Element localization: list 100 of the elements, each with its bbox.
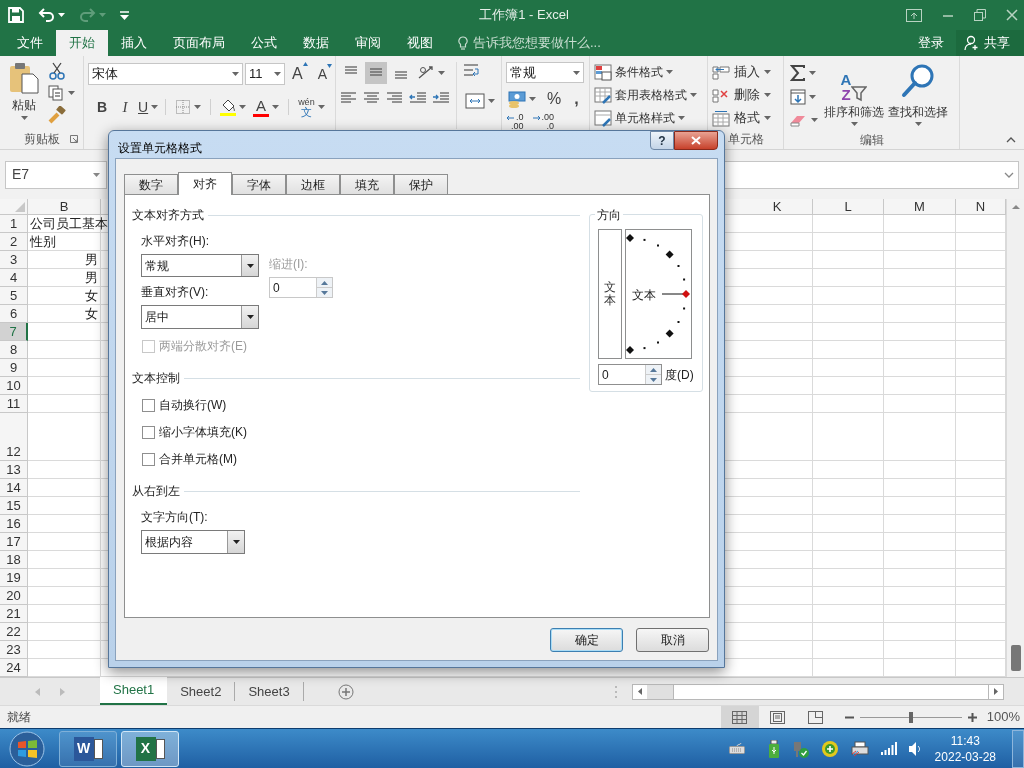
table-cell[interactable]: [28, 587, 101, 605]
add-sheet-icon[interactable]: [337, 683, 354, 700]
dialog-tab[interactable]: 对齐: [178, 172, 232, 195]
percent-button[interactable]: %: [544, 87, 565, 111]
table-cell[interactable]: [28, 323, 101, 341]
number-format-field[interactable]: 常规: [506, 62, 584, 83]
table-cell[interactable]: [742, 551, 813, 569]
customize-icon[interactable]: [120, 10, 129, 20]
table-cell[interactable]: [813, 269, 884, 287]
table-cell[interactable]: [884, 461, 956, 479]
checkbox[interactable]: [142, 398, 155, 412]
scissors-icon[interactable]: [48, 62, 66, 80]
table-cell[interactable]: [28, 641, 101, 659]
row-header[interactable]: 9: [0, 359, 28, 377]
table-cell[interactable]: [884, 605, 956, 623]
row-header[interactable]: 23: [0, 641, 28, 659]
cells-menu-button[interactable]: 格式: [712, 108, 771, 128]
table-cell[interactable]: [742, 515, 813, 533]
select-all-icon[interactable]: [15, 202, 25, 212]
table-cell[interactable]: [28, 413, 101, 461]
dialog-button[interactable]: 取消: [636, 628, 709, 652]
table-cell[interactable]: [28, 341, 101, 359]
table-cell[interactable]: [813, 251, 884, 269]
table-cell[interactable]: [884, 497, 956, 515]
table-cell[interactable]: [28, 605, 101, 623]
volume-icon[interactable]: [908, 741, 921, 756]
table-cell[interactable]: [742, 215, 813, 233]
table-cell[interactable]: [28, 569, 101, 587]
grow-font-button[interactable]: A: [287, 62, 313, 86]
ribbon-tab[interactable]: 页面布局: [160, 30, 238, 56]
zoom-slider[interactable]: [859, 711, 962, 723]
middle-align-icon[interactable]: [365, 62, 387, 84]
underline-button[interactable]: U: [138, 96, 159, 118]
table-cell[interactable]: [813, 623, 884, 641]
table-cell[interactable]: [813, 569, 884, 587]
table-cell[interactable]: [884, 587, 956, 605]
ribbon-tab[interactable]: 视图: [394, 30, 446, 56]
slider-thumb[interactable]: [908, 711, 913, 723]
table-cell[interactable]: [742, 359, 813, 377]
table-cell[interactable]: [742, 341, 813, 359]
scroll-right-icon[interactable]: [994, 688, 998, 695]
table-cell[interactable]: [884, 359, 956, 377]
table-cell[interactable]: [742, 605, 813, 623]
table-cell[interactable]: [742, 461, 813, 479]
help-button[interactable]: ?: [650, 131, 674, 150]
table-cell[interactable]: [813, 533, 884, 551]
row-header[interactable]: 8: [0, 341, 28, 359]
phonetic-button[interactable]: wén 文: [296, 95, 327, 119]
ribbon-tab[interactable]: 审阅: [342, 30, 394, 56]
cells-menu-button[interactable]: 删除: [712, 85, 771, 105]
share-button[interactable]: 共享: [956, 30, 1024, 56]
table-cell[interactable]: [28, 497, 101, 515]
previous-sheet-icon[interactable]: [35, 687, 40, 696]
styles-menu-button[interactable]: 条件格式: [594, 62, 697, 82]
keyboard-icon[interactable]: [728, 743, 745, 754]
table-cell[interactable]: [884, 233, 956, 251]
table-cell[interactable]: [742, 287, 813, 305]
table-cell[interactable]: [884, 413, 956, 461]
table-cell[interactable]: [28, 395, 101, 413]
horizontal-scrollbar[interactable]: [632, 683, 1004, 700]
next-sheet-icon[interactable]: [60, 687, 65, 696]
table-cell[interactable]: [813, 641, 884, 659]
close-button[interactable]: [674, 131, 718, 150]
table-cell[interactable]: [813, 341, 884, 359]
split-handle-icon[interactable]: [615, 685, 617, 698]
ribbon-tab[interactable]: 文件: [4, 30, 56, 56]
table-cell[interactable]: [884, 533, 956, 551]
table-cell[interactable]: [884, 569, 956, 587]
scroll-thumb[interactable]: [673, 684, 989, 699]
column-header[interactable]: B: [28, 199, 101, 215]
dropdown-field[interactable]: 根据内容: [141, 530, 245, 554]
table-cell[interactable]: [813, 479, 884, 497]
table-cell[interactable]: [813, 359, 884, 377]
row-header[interactable]: 18: [0, 551, 28, 569]
row-header[interactable]: 11: [0, 395, 28, 413]
merge-center-button[interactable]: [463, 90, 497, 112]
ribbon-tab[interactable]: 插入: [108, 30, 160, 56]
table-cell[interactable]: [742, 377, 813, 395]
sheet-tab[interactable]: Sheet3: [235, 682, 304, 701]
row-header[interactable]: 21: [0, 605, 28, 623]
row-header[interactable]: 12: [0, 413, 28, 461]
table-cell[interactable]: [813, 551, 884, 569]
row-header[interactable]: 6: [0, 305, 28, 323]
signal-icon[interactable]: [880, 742, 897, 755]
copy-button[interactable]: [48, 82, 75, 104]
table-cell[interactable]: [28, 551, 101, 569]
decrease-decimal-button[interactable]: .00 .0: [531, 113, 555, 131]
table-cell[interactable]: [884, 341, 956, 359]
row-header[interactable]: 5: [0, 287, 28, 305]
sheet-tab[interactable]: Sheet1: [100, 677, 168, 705]
table-cell[interactable]: [813, 605, 884, 623]
table-cell[interactable]: [884, 305, 956, 323]
dialog-tab[interactable]: 保护: [394, 174, 448, 194]
row-header[interactable]: 4: [0, 269, 28, 287]
ribbon-tab[interactable]: 数据: [290, 30, 342, 56]
row-header[interactable]: 17: [0, 533, 28, 551]
usb-drive-icon[interactable]: [768, 739, 779, 758]
dial-pointer[interactable]: [661, 290, 690, 298]
start-button[interactable]: [9, 730, 45, 767]
table-cell[interactable]: [813, 395, 884, 413]
